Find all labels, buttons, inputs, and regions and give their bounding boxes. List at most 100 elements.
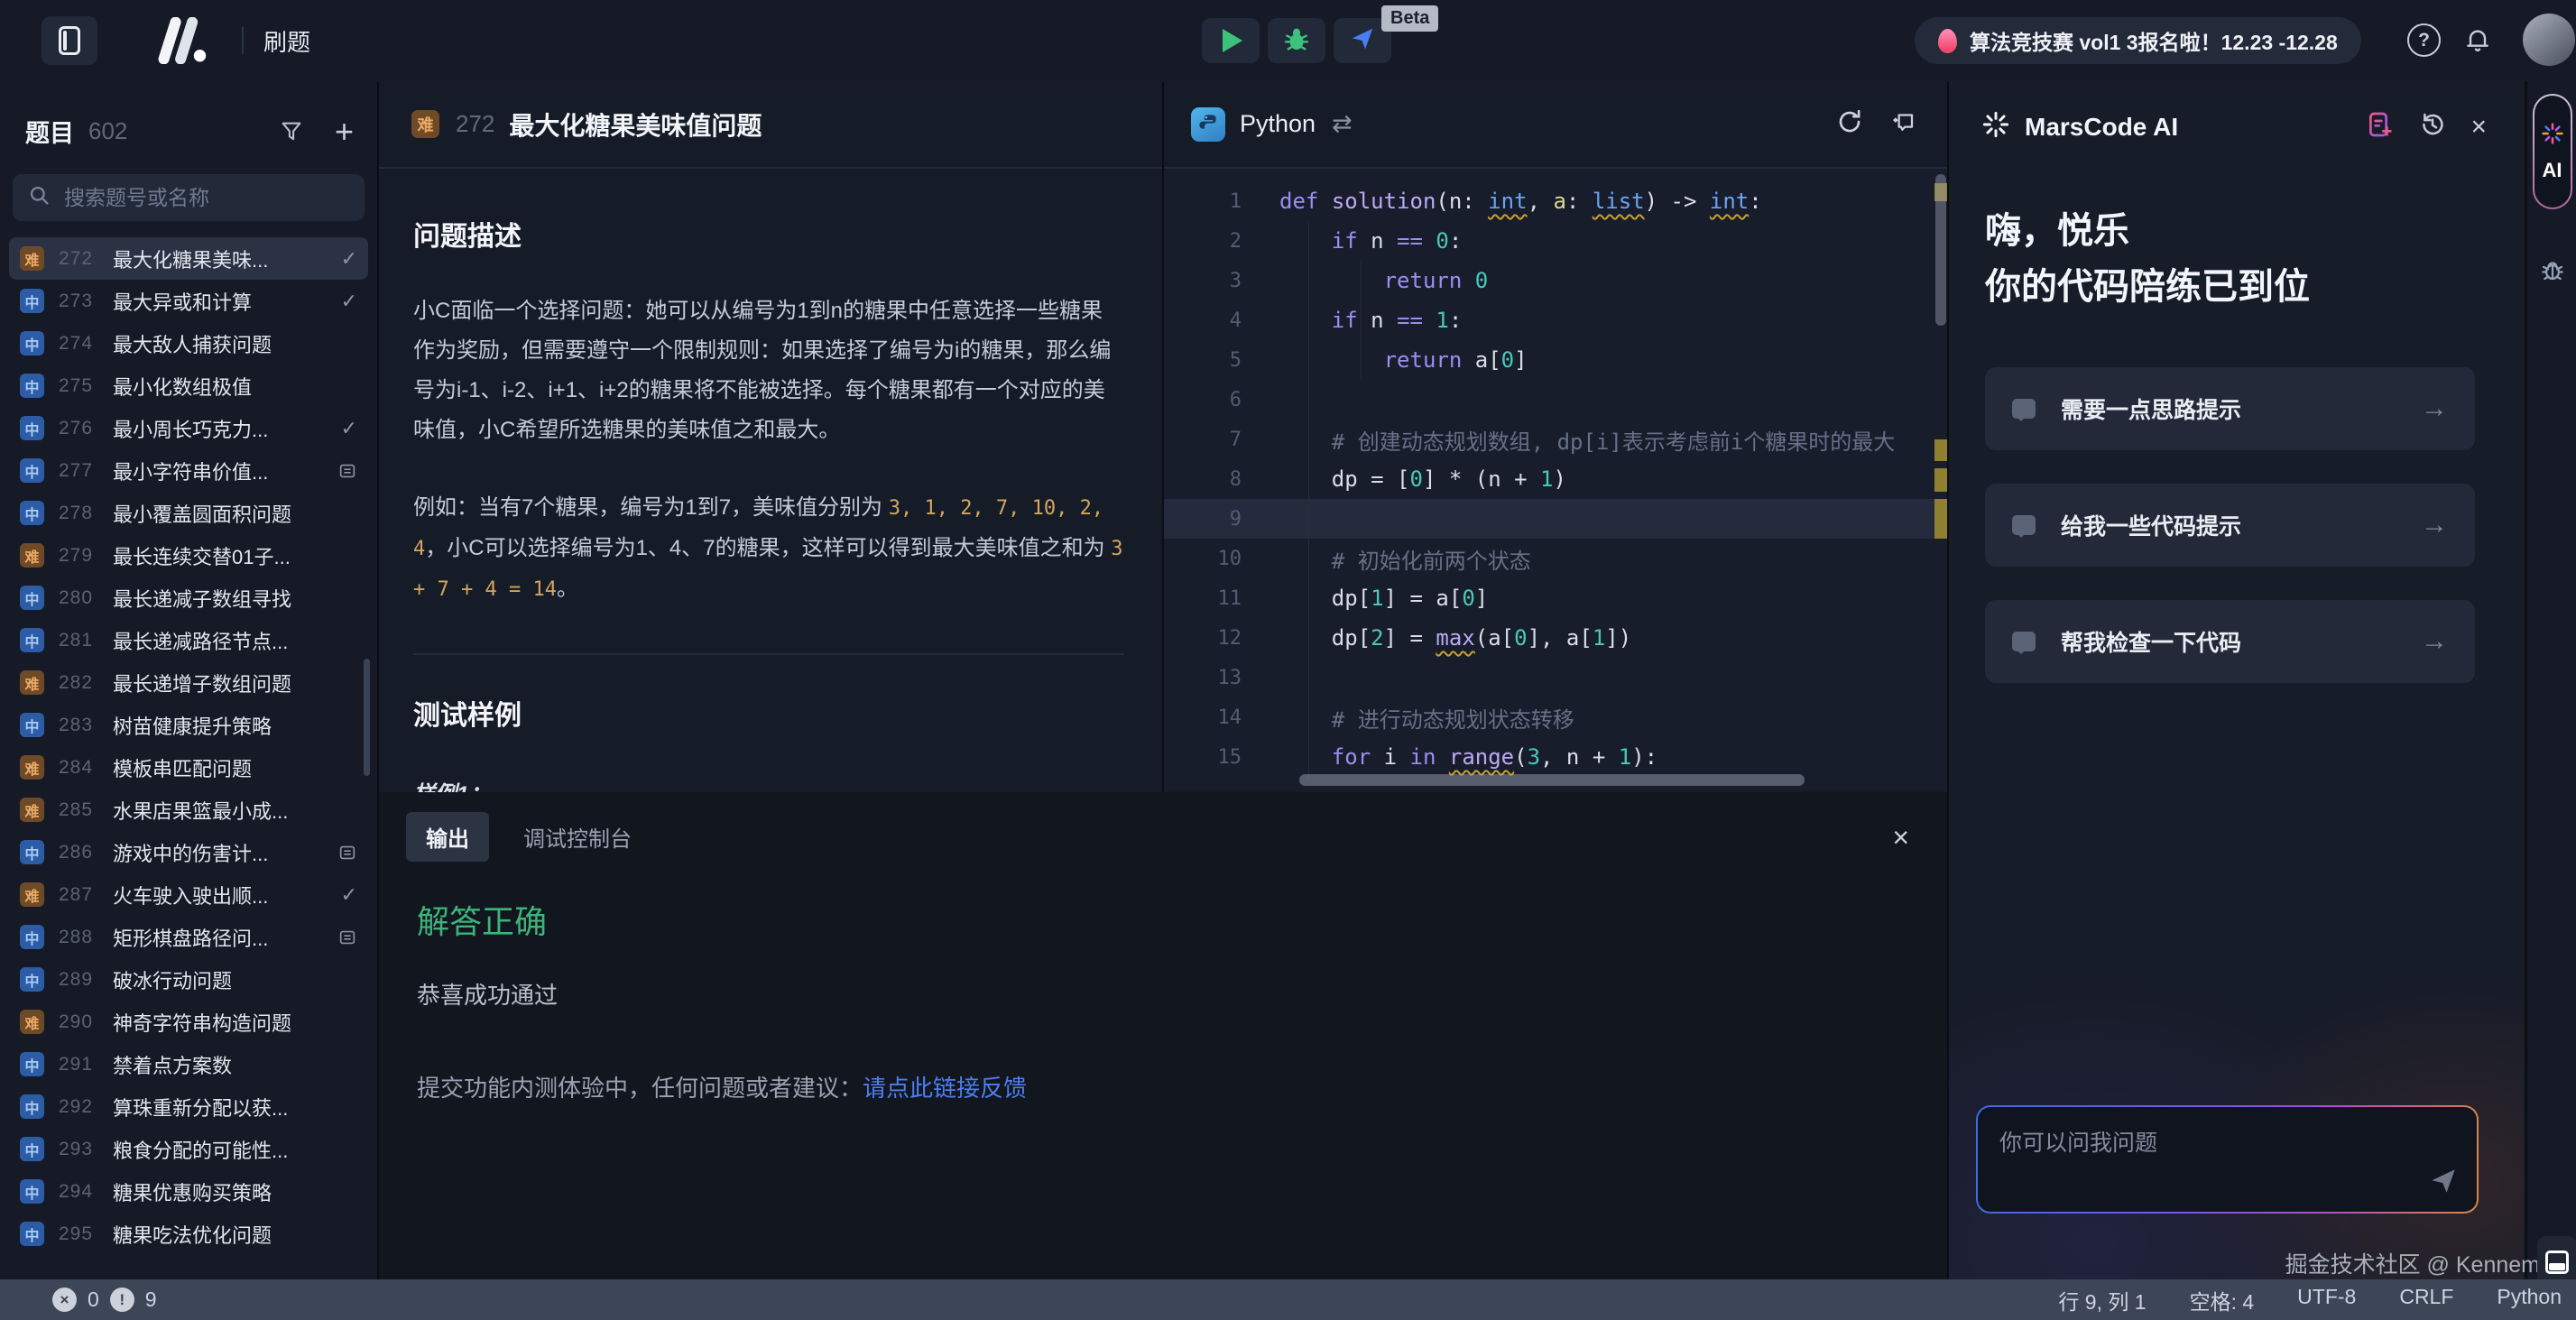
ai-assistant-button[interactable]: AI	[2533, 94, 2572, 209]
problem-row-288[interactable]: 中288矩形棋盘路径问...	[9, 916, 368, 958]
sidebar-toggle-button[interactable]	[42, 16, 97, 65]
problem-row-272[interactable]: 难272最大化糖果美味...✓	[9, 237, 368, 280]
line-number: 13	[1164, 667, 1279, 689]
code-line-6[interactable]: 6	[1164, 380, 1947, 420]
chat-input-placeholder: 你可以问我问题	[1999, 1125, 2455, 1158]
problem-row-280[interactable]: 中280最长递减子数组寻找	[9, 577, 368, 619]
format-code-button[interactable]	[1889, 108, 1916, 140]
marscode-logo-icon[interactable]	[148, 17, 217, 64]
problem-row-286[interactable]: 中286游戏中的伤害计...	[9, 831, 368, 873]
ai-suggestion-card-2[interactable]: 给我一些代码提示→	[1985, 484, 2475, 567]
notifications-bell-button[interactable]	[2463, 25, 2492, 59]
format-icon	[1889, 108, 1916, 135]
problem-row-287[interactable]: 难287火车驶入驶出顺...✓	[9, 873, 368, 916]
problem-number: 286	[59, 842, 102, 863]
ai-suggestion-card-3[interactable]: 帮我检查一下代码→	[1985, 600, 2475, 683]
search-input[interactable]	[62, 185, 350, 211]
chat-input[interactable]: 你可以问我问题	[1978, 1107, 2477, 1212]
debug-button[interactable]	[1268, 18, 1325, 63]
editor-vertical-scrollbar[interactable]	[1935, 174, 1946, 326]
history-button[interactable]	[2418, 110, 2447, 143]
add-problem-button[interactable]: +	[335, 123, 354, 141]
problem-row-281[interactable]: 中281最长递减路径节点...	[9, 619, 368, 661]
user-avatar[interactable]	[2523, 14, 2575, 66]
errors-icon[interactable]: ×	[52, 1288, 77, 1312]
problem-row-284[interactable]: 难284模板串匹配问题	[9, 746, 368, 789]
note-icon	[337, 843, 357, 863]
problem-number: 288	[59, 927, 102, 948]
problem-list: 难272最大化糖果美味...✓中273最大异或和计算✓中274最大敌人捕获问题中…	[0, 237, 377, 1255]
editor-horizontal-scrollbar[interactable]	[1299, 774, 1805, 786]
send-button[interactable]	[2428, 1166, 2459, 1201]
problem-title: 粮食分配的可能性...	[113, 1135, 357, 1164]
switch-language-icon[interactable]: ⇄	[1332, 110, 1353, 138]
problem-row-293[interactable]: 中293粮食分配的可能性...	[9, 1128, 368, 1170]
status-item[interactable]: 空格: 4	[2190, 1285, 2255, 1315]
code-line-2[interactable]: 2 if n == 0:	[1164, 221, 1947, 261]
problem-row-294[interactable]: 中294糖果优惠购买策略	[9, 1170, 368, 1213]
suggestion-label: 需要一点思路提示	[2061, 392, 2421, 425]
code-line-7[interactable]: 7 # 创建动态规划数组, dp[i]表示考虑前i个糖果时的最大	[1164, 420, 1947, 459]
problem-row-279[interactable]: 难279最长连续交替01子...	[9, 534, 368, 577]
feedback-link[interactable]: 请点此链接反馈	[863, 1075, 1027, 1102]
output-tab-输出[interactable]: 输出	[406, 812, 489, 862]
code-line-4[interactable]: 4 if n == 1:	[1164, 300, 1947, 340]
status-item[interactable]: CRLF	[2399, 1285, 2453, 1315]
code-line-14[interactable]: 14 # 进行动态规划状态转移	[1164, 697, 1947, 737]
problem-row-278[interactable]: 中278最小覆盖圆面积问题	[9, 492, 368, 534]
sidebar-scrollbar[interactable]	[364, 659, 370, 776]
problem-row-289[interactable]: 中289破冰行动问题	[9, 958, 368, 1001]
close-ai-panel-icon[interactable]: ×	[2470, 114, 2487, 141]
line-number: 2	[1164, 230, 1279, 253]
code-line-3[interactable]: 3 return 0	[1164, 261, 1947, 300]
difficulty-badge: 难	[20, 1010, 44, 1034]
code-line-13[interactable]: 13	[1164, 658, 1947, 697]
code-line-12[interactable]: 12 dp[2] = max(a[0], a[1])	[1164, 618, 1947, 658]
problem-row-275[interactable]: 中275最小化数组极值	[9, 365, 368, 407]
problem-row-285[interactable]: 难285水果店果篮最小成...	[9, 789, 368, 831]
reset-code-button[interactable]	[1835, 107, 1864, 141]
problem-row-291[interactable]: 中291禁着点方案数	[9, 1043, 368, 1085]
problem-title: 最小周长巧克力...	[113, 414, 334, 443]
new-chat-icon	[2366, 110, 2395, 139]
run-button[interactable]	[1202, 18, 1260, 63]
code-line-8[interactable]: 8 dp = [0] * (n + 1)	[1164, 459, 1947, 499]
code-line-11[interactable]: 11 dp[1] = a[0]	[1164, 578, 1947, 618]
code-line-15[interactable]: 15 for i in range(3, n + 1):	[1164, 737, 1947, 777]
problem-row-277[interactable]: 中277最小字符串价值...	[9, 449, 368, 492]
new-chat-button[interactable]	[2366, 110, 2395, 143]
problem-row-295[interactable]: 中295糖果吃法优化问题	[9, 1213, 368, 1255]
help-button[interactable]: ?	[2407, 23, 2441, 57]
line-content: for i in range(3, n + 1):	[1279, 744, 1657, 770]
difficulty-badge: 中	[20, 967, 44, 992]
status-item[interactable]: Python	[2497, 1285, 2562, 1315]
line-content: if n == 1:	[1279, 308, 1462, 333]
close-output-icon[interactable]: ×	[1892, 823, 1909, 852]
warnings-icon[interactable]: !	[110, 1288, 134, 1312]
difficulty-badge: 难	[20, 543, 44, 568]
output-tab-调试控制台[interactable]: 调试控制台	[503, 812, 651, 862]
code-line-5[interactable]: 5 return a[0]	[1164, 340, 1947, 380]
code-line-9[interactable]: 9	[1164, 499, 1947, 539]
problem-row-273[interactable]: 中273最大异或和计算✓	[9, 280, 368, 322]
line-number: 5	[1164, 349, 1279, 372]
code-line-10[interactable]: 10 # 初始化前两个状态	[1164, 539, 1947, 578]
line-number: 3	[1164, 270, 1279, 292]
code-line-1[interactable]: 1def solution(n: int, a: list) -> int:	[1164, 181, 1947, 221]
line-number: 12	[1164, 627, 1279, 650]
problem-row-283[interactable]: 中283树苗健康提升策略	[9, 704, 368, 746]
problem-row-290[interactable]: 难290神奇字符串构造问题	[9, 1001, 368, 1043]
problem-row-292[interactable]: 中292算珠重新分配以获...	[9, 1085, 368, 1128]
problem-row-276[interactable]: 中276最小周长巧克力...✓	[9, 407, 368, 449]
filter-button[interactable]	[279, 119, 304, 144]
ai-suggestion-card-1[interactable]: 需要一点思路提示→	[1985, 367, 2475, 450]
search-box[interactable]	[13, 174, 365, 221]
problem-row-274[interactable]: 中274最大敌人捕获问题	[9, 322, 368, 365]
status-item[interactable]: UTF-8	[2297, 1285, 2356, 1315]
status-item[interactable]: 行 9, 列 1	[2058, 1285, 2146, 1315]
problem-number: 276	[59, 418, 102, 439]
debug-tool-button[interactable]	[2528, 256, 2576, 283]
contest-notification[interactable]: 算法竞技赛 vol1 3报名啦！12.23 -12.28	[1915, 17, 2361, 64]
code-area[interactable]: 1def solution(n: int, a: list) -> int:2 …	[1164, 169, 1947, 790]
problem-row-282[interactable]: 难282最长递增子数组问题	[9, 661, 368, 704]
